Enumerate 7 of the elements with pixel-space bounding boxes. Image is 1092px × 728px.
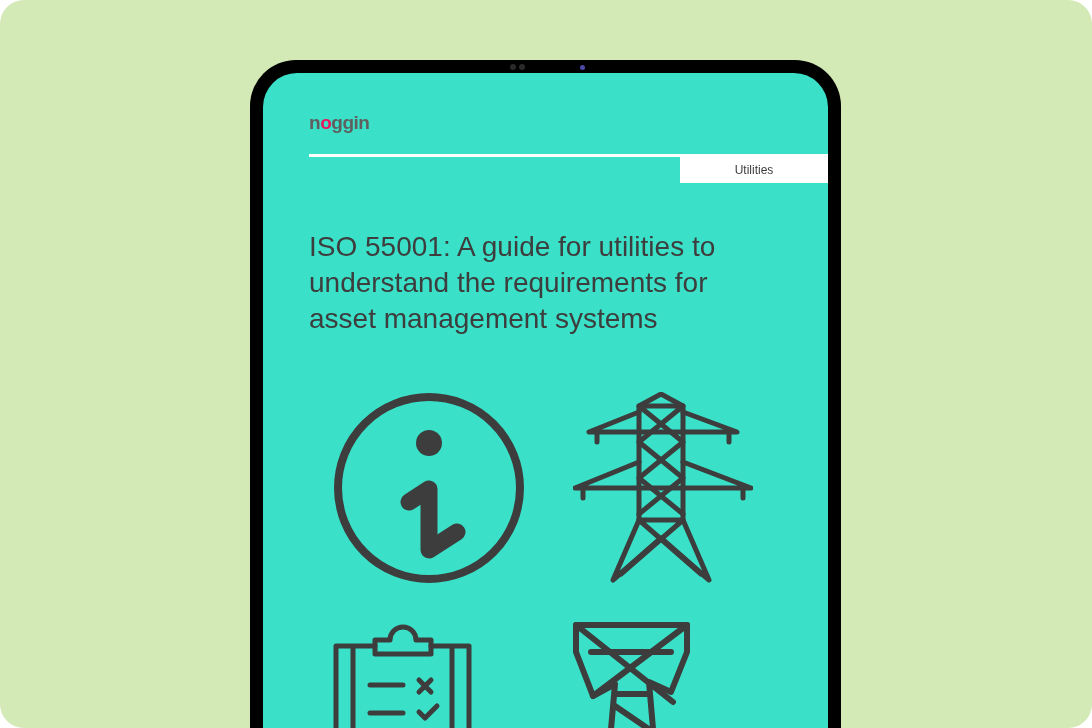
noggin-logo: noggin [309, 113, 371, 132]
clipboard-icon [333, 622, 473, 728]
info-icon [333, 392, 525, 584]
transmission-tower-icon [573, 392, 753, 584]
document-title: ISO 55001: A guide for utilities to understand the requirements for asset management systems [309, 230, 717, 336]
pylon-icon [573, 622, 693, 728]
category-label: Utilities [680, 157, 828, 183]
